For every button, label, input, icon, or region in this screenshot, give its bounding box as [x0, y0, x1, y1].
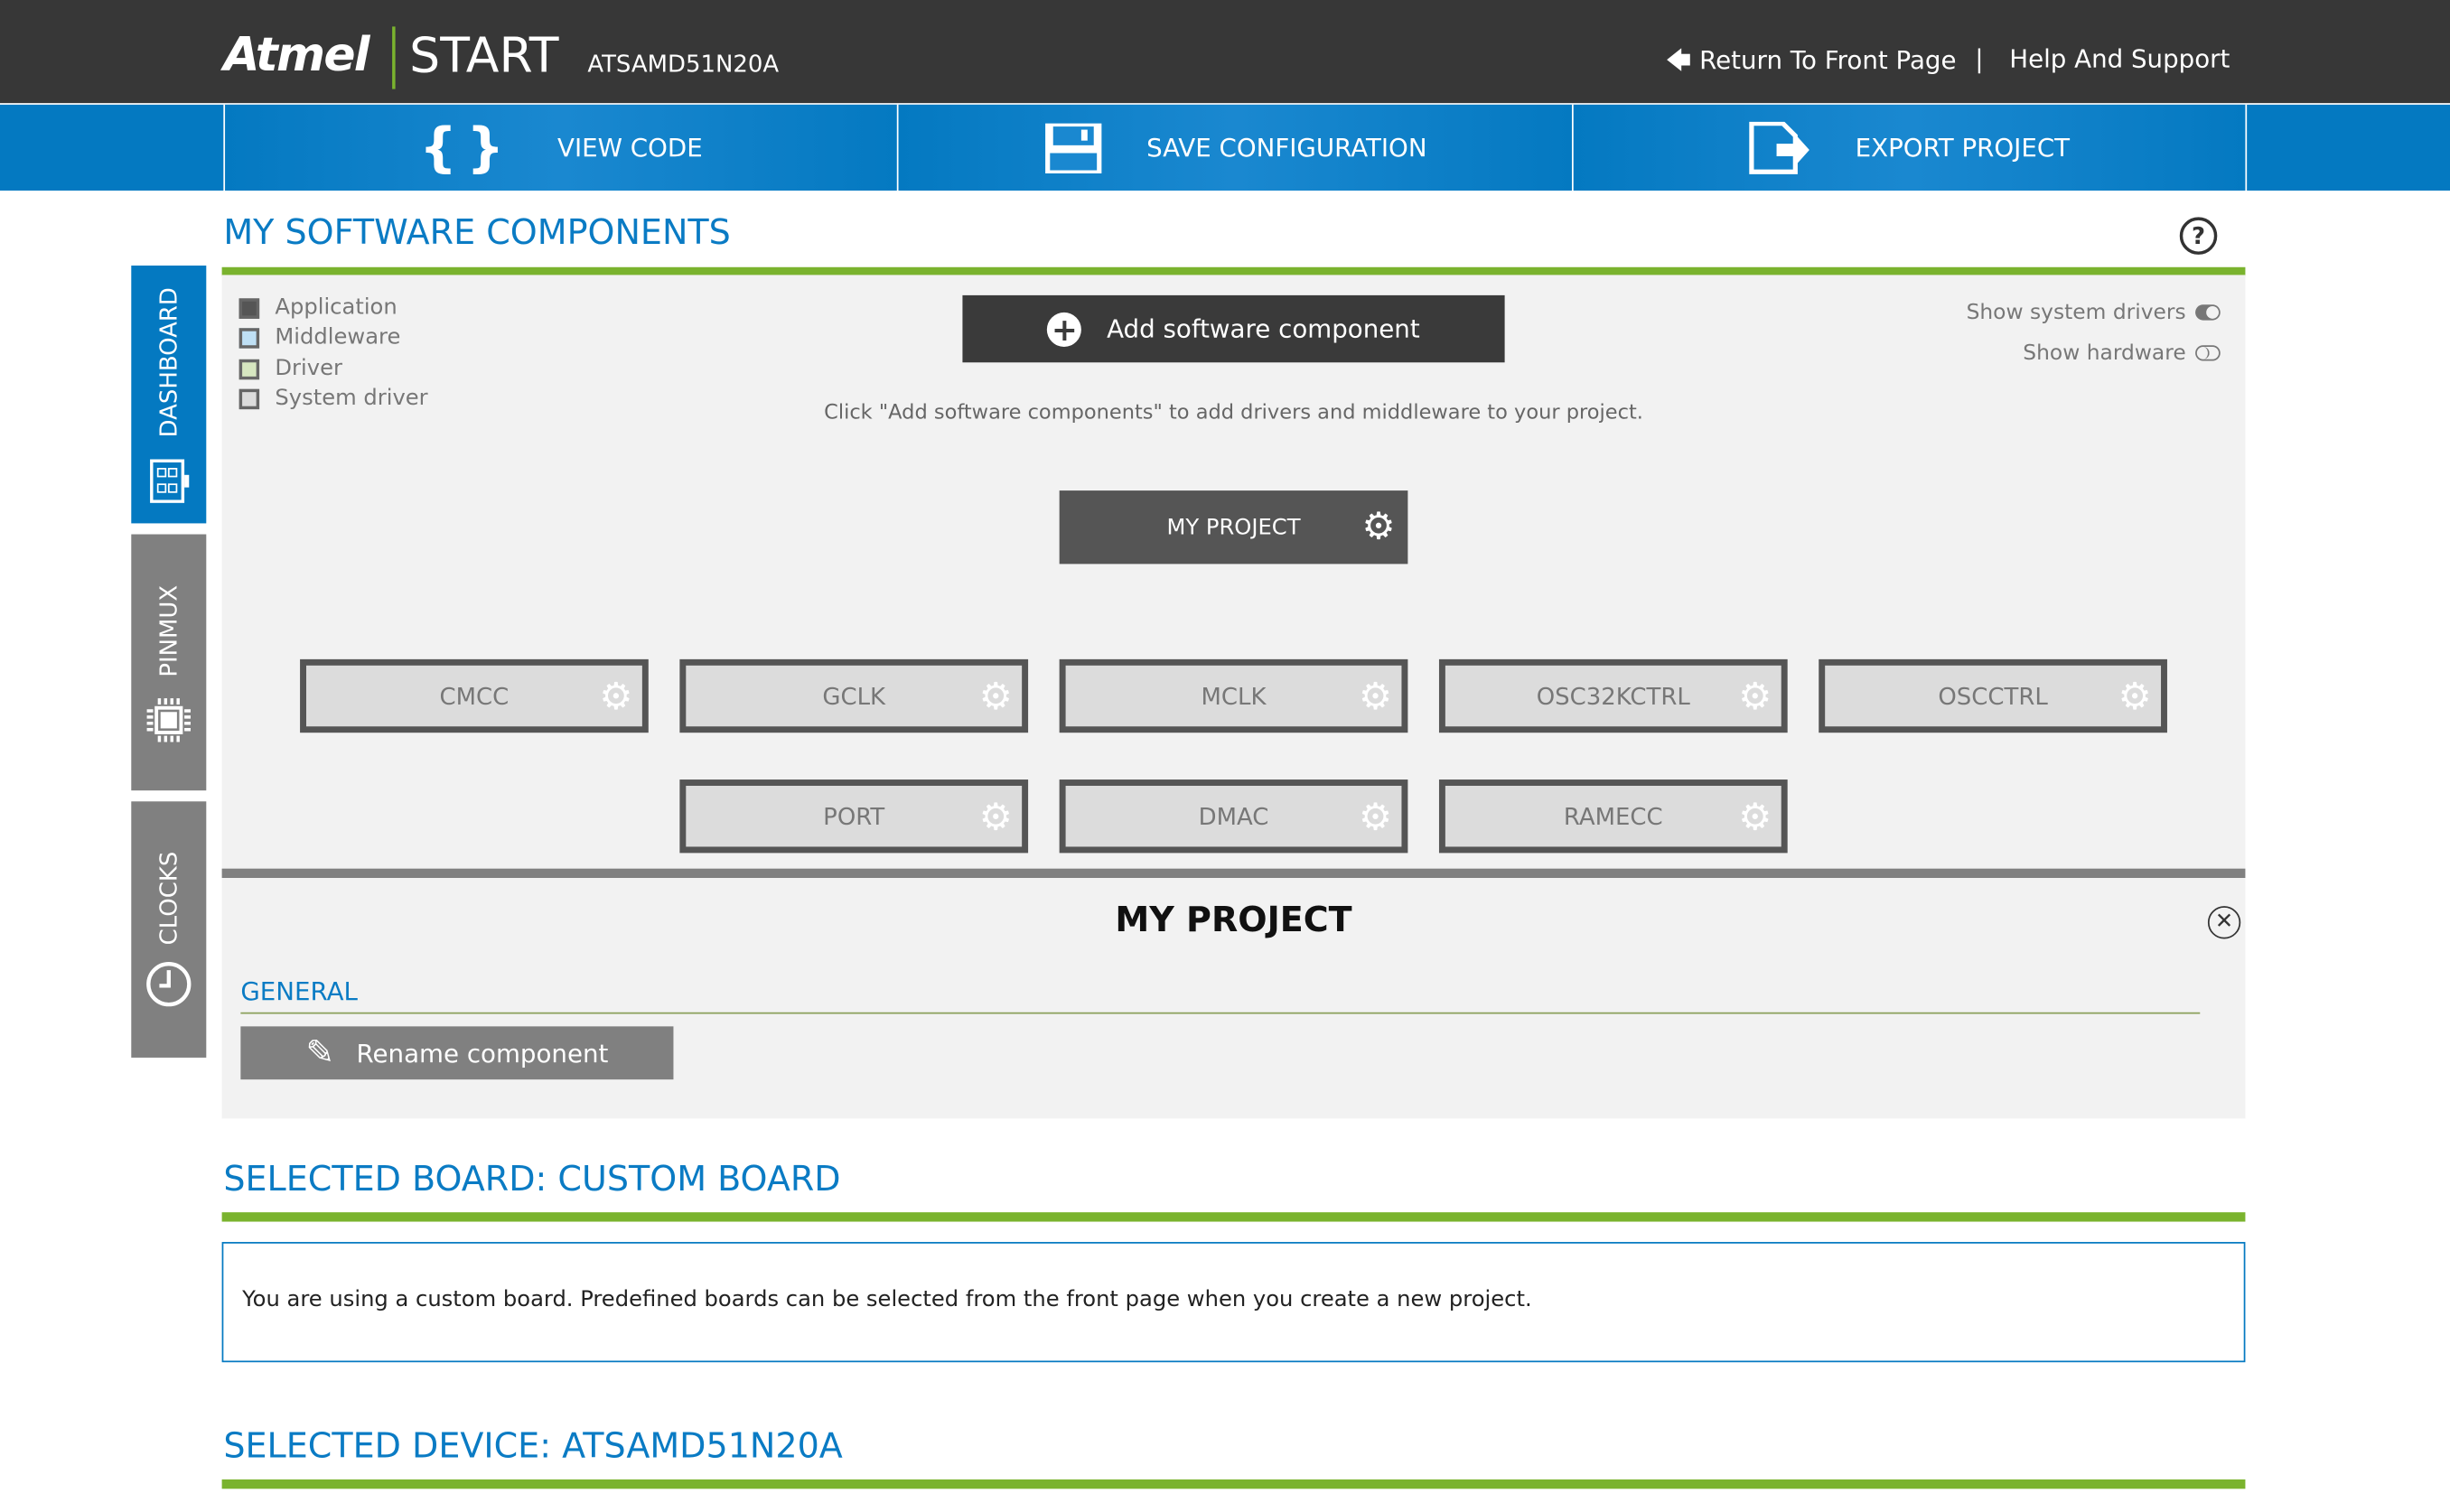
component-label: OSCCTRL — [1938, 681, 2048, 711]
help-and-support-link[interactable]: Help And Support — [2009, 43, 2230, 73]
gear-icon[interactable]: ⚙ — [599, 678, 632, 716]
save-configuration-label: SAVE CONFIGURATION — [1146, 133, 1427, 163]
plus-circle-icon: + — [1047, 312, 1082, 346]
dashboard-icon — [150, 459, 190, 503]
legend-middleware: Middleware — [238, 325, 400, 350]
legend-application: Application — [238, 295, 397, 321]
component-label: CMCC — [439, 681, 510, 711]
link-separator: | — [1975, 43, 1984, 74]
gear-icon[interactable]: ⚙ — [1361, 508, 1395, 546]
legend-driver: Driver — [238, 356, 342, 381]
add-software-component-button[interactable]: + Add software component — [962, 294, 1505, 363]
arrow-left-icon: 🡄 — [1665, 45, 1692, 76]
export-icon — [1749, 121, 1810, 173]
toggle-off-icon — [2195, 345, 2221, 361]
details-title: MY PROJECT — [1115, 901, 1352, 941]
component-gclk[interactable]: GCLK ⚙ — [679, 658, 1029, 733]
show-hardware-toggle[interactable]: Show hardware — [2023, 341, 2221, 366]
view-code-button[interactable]: {} VIEW CODE — [223, 104, 897, 191]
rename-label: Rename component — [356, 1038, 609, 1069]
help-icon[interactable]: ? — [2179, 217, 2218, 255]
component-port[interactable]: PORT ⚙ — [679, 779, 1029, 854]
my-project-node[interactable]: MY PROJECT ⚙ — [1059, 490, 1408, 565]
tab-label: CLOCKS — [154, 851, 183, 946]
toggle-on-icon — [2195, 304, 2221, 321]
save-configuration-button[interactable]: SAVE CONFIGURATION — [896, 104, 1572, 191]
component-label: OSC32KCTRL — [1536, 681, 1690, 711]
atmel-logo: Atmel — [223, 28, 369, 83]
project-label: MY PROJECT — [1166, 514, 1301, 540]
product-name: START — [409, 28, 559, 85]
component-label: DMAC — [1198, 802, 1269, 831]
gear-icon[interactable]: ⚙ — [1738, 798, 1772, 836]
tab-label: PINMUX — [154, 584, 183, 677]
selected-device-title: SELECTED DEVICE: ATSAMD51N20A — [223, 1427, 843, 1468]
selected-board-title: SELECTED BOARD: CUSTOM BOARD — [223, 1161, 841, 1200]
sidebar-item-pinmux[interactable]: PINMUX — [131, 534, 207, 791]
toggle-label: Show hardware — [2023, 341, 2186, 366]
chip-icon — [146, 698, 192, 742]
export-project-button[interactable]: EXPORT PROJECT — [1571, 104, 2248, 191]
sidebar-item-dashboard[interactable]: DASHBOARD — [131, 266, 207, 524]
board-info-text: You are using a custom board. Predefined… — [242, 1287, 1532, 1312]
floppy-disk-icon — [1044, 122, 1101, 173]
view-code-label: VIEW CODE — [557, 133, 703, 163]
rename-component-button[interactable]: ✎ Rename component — [240, 1026, 674, 1080]
gear-icon[interactable]: ⚙ — [979, 798, 1013, 836]
add-button-label: Add software component — [1107, 313, 1420, 344]
gear-icon[interactable]: ⚙ — [2118, 678, 2151, 716]
export-project-label: EXPORT PROJECT — [1855, 133, 2071, 163]
close-icon[interactable]: ✕ — [2207, 906, 2241, 939]
return-link-label: Return To Front Page — [1699, 45, 1957, 76]
show-system-drivers-toggle[interactable]: Show system drivers — [1967, 300, 2221, 325]
component-cmcc[interactable]: CMCC ⚙ — [300, 658, 649, 733]
component-label: RAMECC — [1563, 802, 1663, 831]
component-ramecc[interactable]: RAMECC ⚙ — [1438, 779, 1788, 854]
return-to-front-page-link[interactable]: 🡄 Return To Front Page — [1666, 43, 1957, 86]
add-component-hint: Click "Add software components" to add d… — [824, 401, 1643, 425]
gear-icon[interactable]: ⚙ — [1359, 678, 1392, 716]
device-name: ATSAMD51N20A — [587, 50, 780, 79]
braces-icon: {} — [419, 116, 514, 180]
clock-icon — [146, 962, 192, 1007]
component-dmac[interactable]: DMAC ⚙ — [1059, 779, 1408, 854]
gear-icon[interactable]: ⚙ — [1738, 678, 1772, 716]
component-label: MCLK — [1201, 681, 1267, 711]
toggle-label: Show system drivers — [1966, 300, 2186, 325]
component-osc32kctrl[interactable]: OSC32KCTRL ⚙ — [1438, 658, 1788, 733]
gear-icon[interactable]: ⚙ — [1359, 798, 1392, 836]
tab-label: DASHBOARD — [154, 287, 183, 438]
component-label: PORT — [823, 802, 885, 831]
general-section-heading: GENERAL — [240, 976, 358, 1006]
pencil-icon: ✎ — [305, 1033, 335, 1073]
green-rule — [221, 1212, 2246, 1222]
panel-divider[interactable] — [221, 868, 2246, 879]
gear-icon[interactable]: ⚙ — [979, 678, 1013, 716]
logo-divider — [392, 26, 396, 89]
section-rule — [240, 1012, 2201, 1014]
component-oscctrl[interactable]: OSCCTRL ⚙ — [1819, 658, 2167, 733]
software-components-title: MY SOFTWARE COMPONENTS — [223, 213, 731, 254]
component-mclk[interactable]: MCLK ⚙ — [1059, 658, 1408, 733]
sidebar-item-clocks[interactable]: CLOCKS — [131, 801, 207, 1058]
component-label: GCLK — [822, 681, 886, 711]
green-rule — [221, 1479, 2246, 1489]
